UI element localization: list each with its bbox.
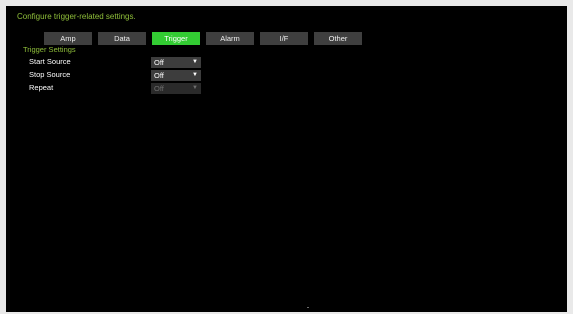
- repeat-select: Off ▼: [151, 83, 201, 94]
- stop-source-label: Stop Source: [29, 70, 71, 79]
- section-title-trigger-settings: Trigger Settings: [23, 45, 76, 54]
- tab-if[interactable]: I/F: [260, 32, 308, 45]
- tab-data[interactable]: Data: [98, 32, 146, 45]
- tab-amp[interactable]: Amp: [44, 32, 92, 45]
- chevron-down-icon: ▼: [192, 72, 198, 78]
- help-hint: Configure trigger-related settings.: [17, 12, 136, 21]
- stop-source-value: Off: [154, 71, 164, 80]
- stop-source-select[interactable]: Off ▼: [151, 70, 201, 81]
- tab-other[interactable]: Other: [314, 32, 362, 45]
- start-source-select[interactable]: Off ▼: [151, 57, 201, 68]
- chevron-down-icon: ▼: [192, 59, 198, 65]
- start-source-value: Off: [154, 58, 164, 67]
- chevron-down-icon: ▼: [192, 85, 198, 91]
- repeat-value: Off: [154, 84, 164, 93]
- tab-trigger[interactable]: Trigger: [152, 32, 200, 45]
- cursor-dot: [307, 307, 309, 308]
- tab-alarm[interactable]: Alarm: [206, 32, 254, 45]
- settings-screen: Configure trigger-related settings. Amp …: [6, 6, 567, 312]
- repeat-label: Repeat: [29, 83, 54, 92]
- start-source-label: Start Source: [29, 57, 71, 66]
